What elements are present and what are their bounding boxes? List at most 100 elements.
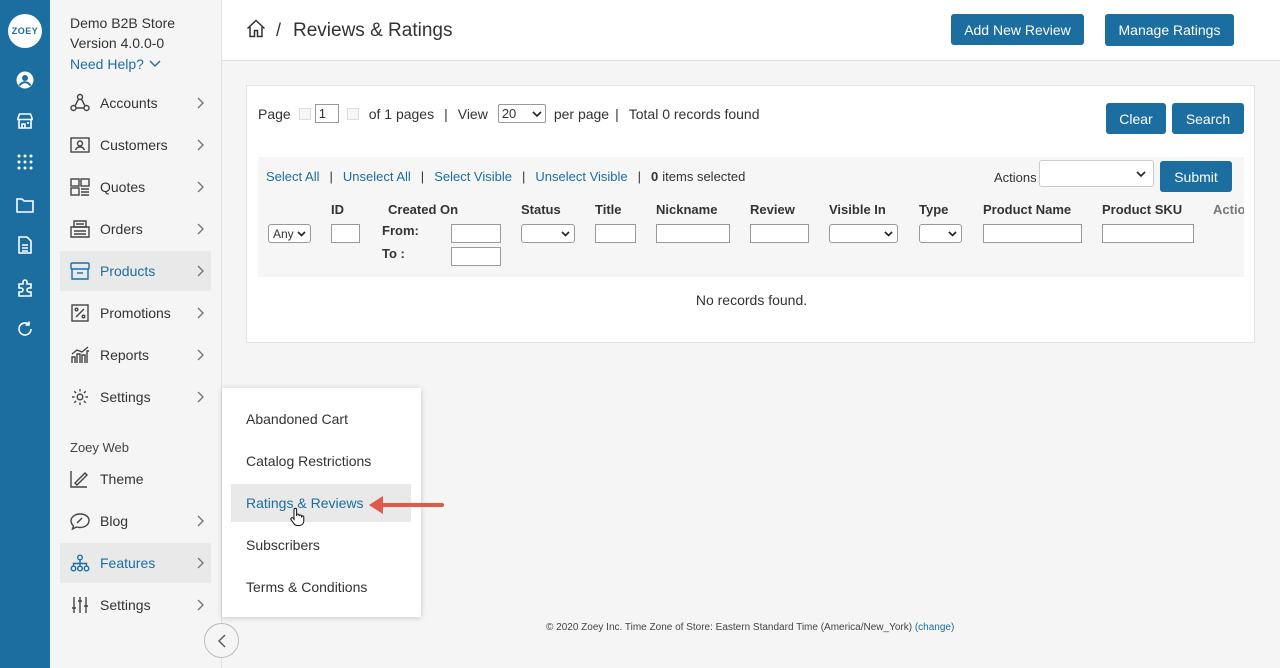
column-header-product-sku[interactable]: Product SKU (1102, 202, 1182, 217)
column-header-action: Actio (1213, 202, 1244, 217)
products-icon (60, 251, 100, 291)
sidebar-item-label: Products (100, 263, 156, 279)
puzzle-icon[interactable] (15, 278, 35, 298)
sidebar-item-label: Theme (100, 471, 144, 487)
folder-icon[interactable] (15, 195, 35, 215)
menu-item-abandoned-cart[interactable]: Abandoned Cart (231, 400, 411, 438)
footer: © 2020 Zoey Inc. Time Zone of Store: Eas… (546, 622, 954, 633)
sidebar-item-web-settings[interactable]: Settings (60, 585, 211, 625)
collapse-sidebar-button[interactable] (204, 623, 239, 658)
product-name-filter-input[interactable] (983, 224, 1082, 243)
storefront-icon[interactable] (15, 111, 35, 131)
theme-icon (60, 459, 100, 499)
created-to-input[interactable] (451, 247, 501, 266)
sidebar-item-label: Settings (100, 597, 151, 613)
section-label-zoey-web: Zoey Web (70, 440, 130, 455)
column-header-type[interactable]: Type (919, 202, 948, 217)
sidebar-item-products[interactable]: Products (60, 251, 211, 291)
sidebar-item-label: Accounts (100, 95, 158, 111)
sidebar-item-reports[interactable]: Reports (60, 335, 211, 375)
store-name: Demo B2B Store (70, 15, 176, 31)
id-filter-input[interactable] (331, 224, 360, 243)
status-filter-select[interactable] (521, 224, 575, 243)
zoey-logo[interactable]: ZOEY (8, 14, 42, 48)
column-header-review[interactable]: Review (750, 202, 795, 217)
menu-item-catalog-restrictions[interactable]: Catalog Restrictions (231, 442, 411, 480)
column-header-visible-in[interactable]: Visible In (829, 202, 886, 217)
unselect-all-link[interactable]: Unselect All (343, 169, 411, 184)
document-icon[interactable] (15, 235, 35, 255)
prev-page-button[interactable] (298, 107, 311, 120)
icon-rail: ZOEY (0, 0, 50, 668)
unselect-visible-link[interactable]: Unselect Visible (535, 169, 627, 184)
massaction-filter-select[interactable]: Any (268, 224, 311, 243)
created-from-input[interactable] (451, 224, 501, 243)
submit-button[interactable]: Submit (1160, 161, 1232, 192)
sidebar-item-blog[interactable]: Blog (60, 501, 211, 541)
chevron-right-icon (191, 223, 211, 235)
sidebar-item-label: Features (100, 555, 156, 571)
select-visible-link[interactable]: Select Visible (434, 169, 512, 184)
view-label: View (457, 105, 488, 122)
sidebar-item-theme[interactable]: Theme (60, 459, 211, 499)
column-header-product-name[interactable]: Product Name (983, 202, 1071, 217)
actions-label: Actions (994, 170, 1037, 185)
manage-ratings-button[interactable]: Manage Ratings (1105, 14, 1234, 46)
of-pages-label: of 1 pages (368, 105, 435, 122)
sidebar-item-settings[interactable]: Settings (60, 377, 211, 417)
from-label: From: (382, 223, 419, 238)
per-page-value: 20 (501, 106, 517, 121)
chevron-down-icon (532, 110, 542, 117)
sidebar-item-customers[interactable]: Customers (60, 125, 211, 165)
page-label: Page (258, 105, 291, 122)
select-all-link[interactable]: Select All (266, 169, 319, 184)
product-sku-filter-input[interactable] (1102, 224, 1194, 243)
sidebar-item-orders[interactable]: Orders (60, 209, 211, 249)
refresh-icon[interactable] (15, 319, 35, 339)
column-header-nickname[interactable]: Nickname (656, 202, 717, 217)
actions-select[interactable] (1039, 160, 1154, 187)
sliders-icon (60, 585, 100, 625)
next-page-button[interactable] (346, 107, 359, 120)
sidebar-item-accounts[interactable]: Accounts (60, 83, 211, 123)
column-header-title[interactable]: Title (595, 202, 622, 217)
home-icon[interactable] (246, 19, 266, 43)
menu-item-terms-conditions[interactable]: Terms & Conditions (231, 568, 411, 606)
need-help-link[interactable]: Need Help? (70, 56, 161, 72)
mass-selection-links: Select All | Unselect All | Select Visib… (266, 169, 746, 184)
per-page-select[interactable]: 20 (497, 104, 546, 123)
apps-grid-icon[interactable] (15, 152, 35, 172)
chevron-down-icon (1136, 171, 1146, 177)
page-number-input[interactable]: 1 (314, 104, 339, 123)
menu-item-subscribers[interactable]: Subscribers (231, 526, 411, 564)
search-button[interactable]: Search (1172, 103, 1244, 134)
column-header-created-on[interactable]: Created On (388, 202, 458, 217)
column-header-status[interactable]: Status (521, 202, 561, 217)
sidebar-item-label: Customers (100, 137, 168, 153)
features-icon (60, 543, 100, 583)
sidebar-item-quotes[interactable]: Quotes (60, 167, 211, 207)
selected-suffix: items selected (662, 169, 746, 184)
account-circle-icon[interactable] (15, 70, 35, 90)
sidebar-item-features[interactable]: Features (60, 543, 211, 583)
visible-in-filter-select[interactable] (829, 224, 898, 243)
chevron-down-icon (149, 60, 161, 67)
breadcrumb-separator: / (276, 20, 282, 40)
sidebar-item-label: Promotions (100, 305, 171, 321)
change-timezone-link[interactable]: (change) (915, 622, 954, 633)
chevron-right-icon (191, 265, 211, 277)
review-filter-input[interactable] (750, 224, 809, 243)
quotes-icon (60, 167, 100, 207)
pager-divider: | (615, 105, 619, 122)
title-filter-input[interactable] (595, 224, 636, 243)
nickname-filter-input[interactable] (656, 224, 730, 243)
add-new-review-button[interactable]: Add New Review (951, 14, 1084, 45)
empty-message: No records found. (695, 292, 808, 308)
type-filter-select[interactable] (919, 224, 962, 243)
clear-button[interactable]: Clear (1106, 103, 1166, 134)
column-header-id[interactable]: ID (331, 202, 344, 217)
accounts-icon (60, 83, 100, 123)
sidebar-item-promotions[interactable]: Promotions (60, 293, 211, 333)
annotation-arrow-icon (369, 496, 444, 514)
chevron-right-icon (191, 181, 211, 193)
